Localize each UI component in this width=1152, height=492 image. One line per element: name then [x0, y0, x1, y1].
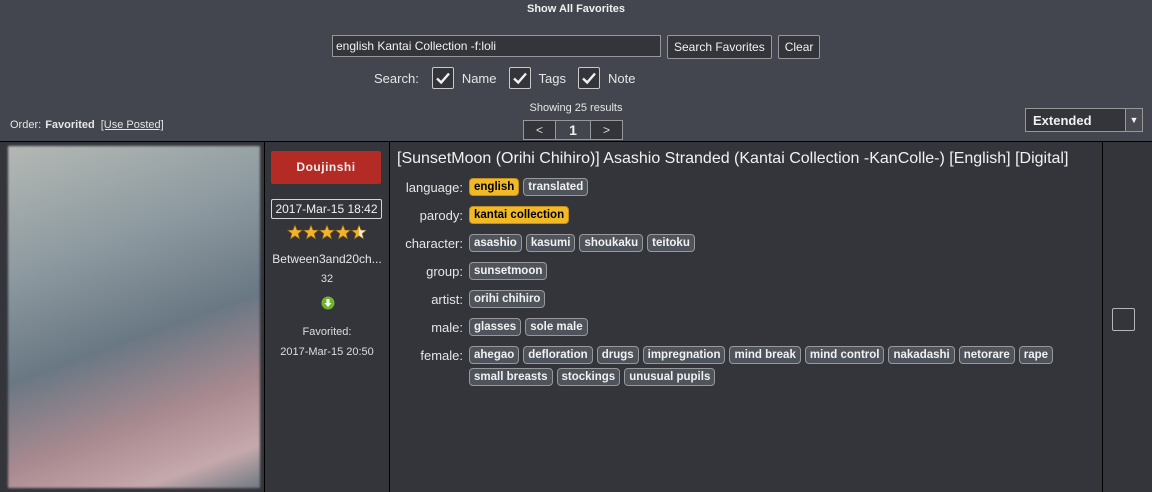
- gallery-info: [SunsetMoon (Orihi Chihiro)] Asashio Str…: [390, 142, 1103, 492]
- favorited-label: Favorited:: [302, 326, 352, 338]
- tag[interactable]: drugs: [596, 346, 639, 364]
- checkmark-icon: [435, 72, 450, 85]
- order-control: Order: Favorited [Use Posted]: [10, 119, 164, 131]
- tag-row: language: english translated: [390, 178, 1102, 198]
- option-name[interactable]: Name: [431, 67, 497, 89]
- option-tags-label: Tags: [538, 70, 566, 86]
- tag-row: female: ahegao defloration drugs impregnatio…: [390, 346, 1102, 386]
- tag[interactable]: small breasts: [469, 368, 553, 386]
- gallery-row: Doujinshi 2017-Mar-15 18:42 Between3and2…: [0, 141, 1152, 492]
- prev-page-button[interactable]: <: [523, 120, 556, 140]
- select-checkbox[interactable]: [1112, 308, 1135, 331]
- tag-namespace: artist:: [431, 292, 463, 307]
- tag[interactable]: orihi chihiro: [469, 290, 546, 308]
- tag[interactable]: kantai collection: [469, 206, 570, 224]
- tag[interactable]: translated: [523, 178, 589, 196]
- option-name-label: Name: [461, 70, 497, 86]
- search-options: Search: Name Tags Note: [374, 67, 647, 89]
- gallery-title[interactable]: [SunsetMoon (Orihi Chihiro)] Asashio Str…: [397, 150, 1068, 168]
- star-icon: [303, 224, 319, 240]
- star-icon: [287, 224, 303, 240]
- chevron-down-icon: ▼: [1125, 109, 1142, 131]
- tag-namespace: female:: [420, 348, 463, 363]
- tag[interactable]: stockings: [556, 368, 621, 386]
- tag-row: character: asashio kasumi shoukaku teitoku: [390, 234, 1102, 254]
- favorited-date: 2017-Mar-15 20:50: [280, 346, 374, 358]
- download-icon[interactable]: [321, 296, 335, 310]
- tag-namespace: group:: [426, 264, 463, 279]
- tag[interactable]: teitoku: [647, 234, 695, 252]
- tag[interactable]: impregnation: [642, 346, 726, 364]
- option-tags[interactable]: Tags: [508, 67, 566, 89]
- tag-row: parody: kantai collection: [390, 206, 1102, 226]
- search-bar: Search Favorites Clear: [332, 35, 821, 59]
- order-current: Favorited: [45, 119, 95, 131]
- tag[interactable]: kasumi: [525, 234, 576, 252]
- gallery-meta: Doujinshi 2017-Mar-15 18:42 Between3and2…: [265, 142, 390, 492]
- tag-namespace: parody:: [419, 208, 463, 223]
- tag-namespace: language:: [405, 180, 463, 195]
- view-mode-value: Extended: [1033, 113, 1092, 128]
- tag[interactable]: netorare: [958, 346, 1015, 364]
- category-badge[interactable]: Doujinshi: [271, 151, 381, 184]
- tag-list: glasses sole male: [469, 318, 1099, 336]
- star-icon: [335, 224, 351, 240]
- posted-date: 2017-Mar-15 18:42: [271, 199, 382, 219]
- tag-list: sunsetmoon: [469, 262, 1099, 280]
- checkmark-icon: [512, 72, 527, 85]
- tag[interactable]: shoukaku: [579, 234, 644, 252]
- tag[interactable]: unusual pupils: [624, 368, 716, 386]
- current-page[interactable]: 1: [555, 120, 591, 140]
- tag[interactable]: english: [469, 178, 520, 196]
- tag[interactable]: sunsetmoon: [469, 262, 548, 280]
- uploader-link[interactable]: Between3and20ch...: [268, 252, 386, 266]
- order-label: Order:: [10, 119, 42, 131]
- tag[interactable]: rape: [1018, 346, 1054, 364]
- tag-table: language: english translated parody: kantai …: [390, 178, 1102, 394]
- tag-list: english translated: [469, 178, 1099, 196]
- option-note-label: Note: [607, 70, 636, 86]
- search-options-label: Search:: [374, 70, 419, 86]
- select-cell: [1103, 142, 1152, 492]
- tag-list: orihi chihiro: [469, 290, 1099, 308]
- results-count: Showing 25 results: [529, 102, 623, 114]
- option-note[interactable]: Note: [577, 67, 636, 89]
- half-star-icon: [351, 224, 367, 240]
- page-title: Show All Favorites: [526, 3, 625, 15]
- tag-list: kantai collection: [469, 206, 1099, 224]
- tag[interactable]: mind control: [804, 346, 885, 364]
- tag[interactable]: sole male: [525, 318, 588, 336]
- rating-stars: [287, 224, 367, 240]
- tag[interactable]: asashio: [469, 234, 522, 252]
- checkmark-icon: [582, 72, 596, 85]
- tag-row: group: sunsetmoon: [390, 262, 1102, 282]
- pagination: < 1 >: [523, 120, 623, 140]
- thumbnail-cell: [0, 142, 265, 492]
- tag-list: asashio kasumi shoukaku teitoku: [469, 234, 1099, 252]
- search-favorites-button[interactable]: Search Favorites: [667, 35, 772, 59]
- tag-row: male: glasses sole male: [390, 318, 1102, 338]
- tag[interactable]: ahegao: [469, 346, 520, 364]
- tag-namespace: character:: [405, 236, 463, 251]
- page-count: 32: [320, 273, 334, 285]
- tag[interactable]: nakadashi: [888, 346, 955, 364]
- search-input[interactable]: [332, 35, 661, 57]
- name-checkbox[interactable]: [431, 67, 454, 89]
- tag[interactable]: defloration: [523, 346, 593, 364]
- use-posted-link[interactable]: [Use Posted]: [101, 119, 164, 131]
- gallery-thumbnail[interactable]: [8, 146, 260, 488]
- tags-checkbox[interactable]: [508, 67, 531, 89]
- tag[interactable]: glasses: [469, 318, 522, 336]
- next-page-button[interactable]: >: [590, 120, 623, 140]
- tag-namespace: male:: [431, 320, 463, 335]
- clear-button[interactable]: Clear: [777, 35, 821, 59]
- star-icon: [319, 224, 335, 240]
- tag-row: artist: orihi chihiro: [390, 290, 1102, 310]
- tag[interactable]: mind break: [729, 346, 801, 364]
- view-mode-select[interactable]: Extended ▼: [1025, 108, 1143, 132]
- tag-list: ahegao defloration drugs impregnation mind b…: [469, 346, 1099, 386]
- note-checkbox[interactable]: [577, 67, 600, 89]
